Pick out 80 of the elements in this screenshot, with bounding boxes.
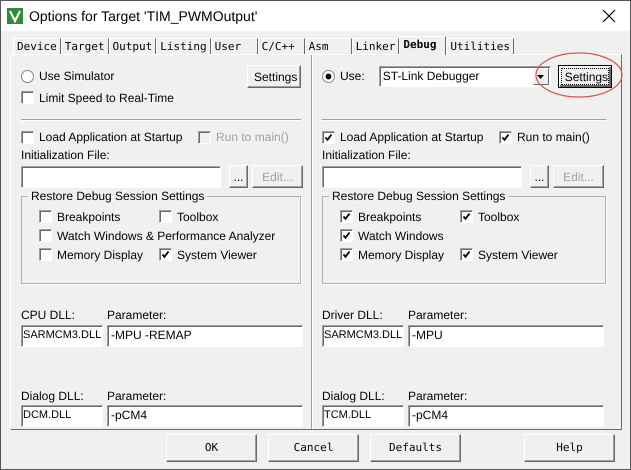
input-field[interactable]: DCM.DLL <box>21 405 103 428</box>
checkbox[interactable] <box>39 229 52 242</box>
tab[interactable]: Asm <box>304 38 352 54</box>
checkbox-label: Memory Display <box>358 248 444 262</box>
edit-button: Edit... <box>553 165 604 188</box>
browse-button[interactable]: ... <box>229 165 248 188</box>
tab[interactable]: Listing <box>156 38 211 54</box>
tab[interactable]: Target <box>60 38 108 54</box>
input-field[interactable]: -pCM4 <box>408 405 604 428</box>
field-label: Dialog DLL: <box>322 388 386 404</box>
close-icon <box>602 9 616 23</box>
checkbox-label: Breakpoints <box>57 210 120 224</box>
checkbox[interactable] <box>499 130 512 144</box>
caret-icon <box>537 74 544 78</box>
checkbox-label: Breakpoints <box>358 210 422 224</box>
tab[interactable]: User <box>210 38 258 54</box>
checkbox-label: Memory Display <box>57 248 144 262</box>
checkbox[interactable] <box>21 91 34 104</box>
input-field[interactable] <box>21 166 221 188</box>
field-label: Dialog DLL: <box>21 388 85 404</box>
input-field[interactable]: SARMCM3.DLL <box>322 324 404 347</box>
checkbox[interactable] <box>460 248 473 262</box>
field-label: Initialization File: <box>21 148 111 162</box>
field-label: CPU DLL: <box>21 308 76 323</box>
checkbox-label: System Viewer <box>478 248 558 262</box>
browse-button[interactable]: ... <box>530 165 549 188</box>
tab[interactable]: Utilities <box>446 38 514 54</box>
checkbox[interactable] <box>460 210 473 224</box>
field-label: Parameter: <box>408 308 468 323</box>
checkbox[interactable] <box>340 229 353 242</box>
tab[interactable]: Debug <box>399 36 446 55</box>
checkbox-label: Run to main() <box>216 130 289 145</box>
checkbox-label: Watch Windows <box>358 228 444 244</box>
checkbox-label: Load Application at Startup <box>39 130 182 145</box>
tab[interactable]: Output <box>108 38 156 54</box>
input-field[interactable]: SARMCM3.DLL <box>21 324 103 347</box>
input-field[interactable]: -MPU -REMAP <box>107 324 303 347</box>
tab[interactable]: Linker <box>352 38 400 54</box>
window-title: Options for Target 'TIM_PWMOutput' <box>29 8 258 24</box>
input-field[interactable]: TCM.DLL <box>322 405 404 428</box>
dialog-button[interactable]: Help <box>524 434 615 462</box>
input-field[interactable]: -MPU <box>408 324 604 347</box>
checkbox-label: Run to main() <box>517 130 590 145</box>
checkbox[interactable] <box>322 130 335 144</box>
checkbox[interactable] <box>340 210 353 224</box>
checkbox-label: Limit Speed to Real-Time <box>39 90 174 106</box>
radio-button[interactable] <box>322 70 335 83</box>
checkbox[interactable] <box>39 248 52 262</box>
radio-label: Use: <box>340 69 365 84</box>
dialog-button[interactable]: OK <box>166 434 257 462</box>
tab[interactable]: Device <box>13 38 61 54</box>
settings-button[interactable]: Settings <box>247 65 301 88</box>
field-label: Parameter: <box>107 388 166 404</box>
field-label: Parameter: <box>408 388 468 404</box>
field-label: Initialization File: <box>322 148 412 162</box>
field-label: Driver DLL: <box>322 308 384 323</box>
group-title: Restore Debug Session Settings <box>329 189 508 204</box>
radio-button[interactable] <box>21 70 34 83</box>
checkbox[interactable] <box>159 248 172 262</box>
input-field[interactable]: -pCM4 <box>107 405 303 428</box>
checkbox[interactable] <box>39 210 52 224</box>
dropdown[interactable]: ST-Link Debugger <box>378 66 551 87</box>
checkbox[interactable] <box>21 130 34 144</box>
field-label: Parameter: <box>107 308 166 323</box>
checkbox[interactable] <box>340 248 353 262</box>
input-field[interactable] <box>322 166 522 188</box>
checkbox[interactable] <box>159 210 172 224</box>
checkbox-label: Watch Windows & Performance Analyzer <box>57 228 276 244</box>
checkbox-label: System Viewer <box>177 248 257 262</box>
tab[interactable]: C/C++ <box>258 38 305 54</box>
app-icon <box>7 8 23 24</box>
dialog-button[interactable]: Defaults <box>370 434 461 462</box>
checkbox-label: Load Application at Startup <box>340 130 484 145</box>
checkbox-label: Toolbox <box>177 210 218 224</box>
dialog-button[interactable]: Cancel <box>268 434 359 462</box>
radio-label: Use Simulator <box>39 69 114 84</box>
checkbox-label: Toolbox <box>478 210 520 224</box>
settings-button[interactable]: Settings <box>558 65 612 88</box>
edit-button: Edit... <box>252 165 303 188</box>
group-title: Restore Debug Session Settings <box>28 189 208 204</box>
